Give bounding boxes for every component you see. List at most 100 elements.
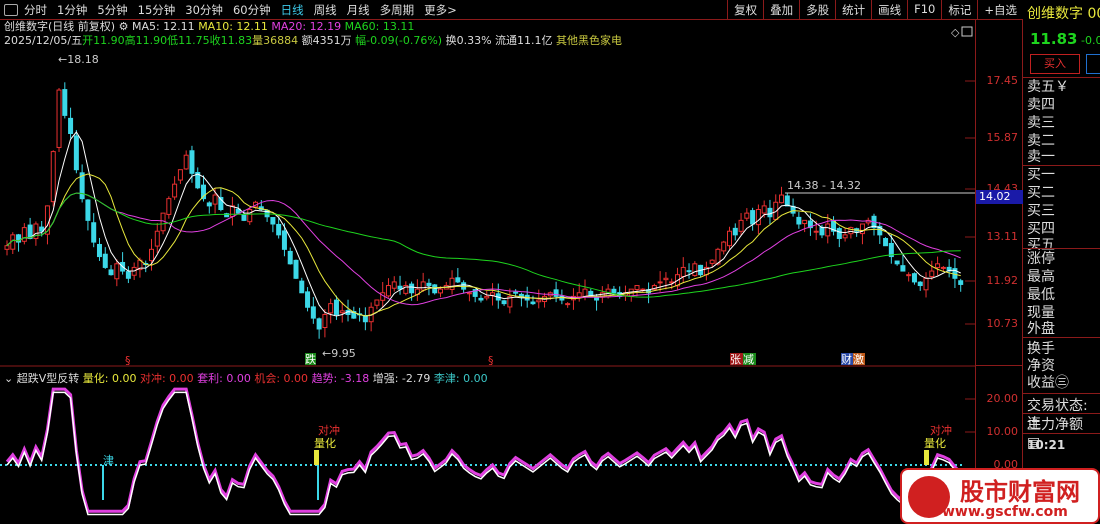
candle (4, 245, 10, 250)
candle (634, 285, 640, 291)
candle (883, 238, 889, 247)
diamond-icon: ◇ (951, 26, 960, 39)
candle (732, 227, 738, 236)
restore-rights-button[interactable]: 复权 (727, 0, 763, 20)
candle (62, 89, 68, 116)
candle (767, 207, 773, 218)
axis-tick: 11.92 (986, 274, 1019, 287)
candle (270, 217, 276, 225)
axis-tick: 20.00 (986, 392, 1019, 405)
sector[interactable]: 其他黑色家电 (556, 34, 622, 47)
volume: 量36884 (252, 34, 299, 47)
panel-toggle-icon[interactable] (4, 3, 18, 16)
overlay-button[interactable]: 叠加 (763, 0, 799, 20)
candle (501, 300, 507, 305)
candle (761, 205, 767, 214)
candle (293, 259, 299, 279)
candle (281, 230, 287, 250)
tag-lianghua: 量化 (924, 436, 946, 450)
quote-label: 买三 (1027, 203, 1055, 219)
axis-tick: 10.73 (986, 317, 1019, 330)
add-watchlist-button[interactable]: +自选 (977, 0, 1023, 20)
axis-tick: 10.00 (986, 425, 1019, 438)
high: 高11.90 (124, 34, 168, 47)
candle (68, 117, 74, 134)
period-tab[interactable]: 15分钟 (138, 2, 176, 18)
period-tab[interactable]: 30分钟 (185, 2, 223, 18)
collapse-icon[interactable]: ⌄ (4, 372, 13, 385)
tag-cai: 财 (841, 352, 852, 366)
candle (686, 270, 692, 273)
candle (755, 209, 761, 226)
tag-jian: 减 (743, 353, 754, 366)
period-tab[interactable]: 月线 (347, 2, 370, 18)
candle (553, 289, 559, 297)
candle (744, 212, 750, 219)
event-marker: § (488, 354, 494, 367)
period-tab-daily[interactable]: 日线 (281, 2, 304, 18)
candle (212, 194, 218, 205)
cursor-price: 14.02 (976, 190, 1023, 204)
settings-icon[interactable]: ⚙ (119, 20, 129, 33)
candle (906, 274, 912, 277)
tag-duichong: 对冲 (318, 423, 340, 437)
tag-zhang: 张 (730, 353, 741, 366)
candle (189, 150, 195, 174)
period-tab[interactable]: 分时 (24, 2, 47, 18)
candle (73, 135, 79, 171)
candle (461, 282, 467, 290)
candle (935, 263, 941, 269)
sell-button[interactable] (1086, 54, 1100, 74)
candle (692, 263, 698, 276)
candle (247, 209, 253, 223)
multi-stock-button[interactable]: 多股 (799, 0, 835, 20)
candle (333, 299, 339, 315)
candle (594, 297, 600, 301)
turnover: 换0.33% (445, 34, 492, 47)
lijin-value: 李津: 0.00 (433, 372, 488, 385)
quote-label: 涨停 (1027, 251, 1055, 267)
period-tab[interactable]: 60分钟 (233, 2, 271, 18)
candle (917, 281, 923, 287)
candle (21, 227, 27, 242)
period-tab[interactable]: 周线 (314, 2, 337, 18)
kline-chart[interactable]: ←18.18←9.9514.38 - 14.32跌张减财激§ §津对冲量化对冲量化… (0, 0, 975, 524)
buy-button[interactable]: 买入 (1030, 54, 1080, 74)
candle (438, 288, 443, 294)
jihui-value: 机会: 0.00 (254, 372, 309, 385)
watermark-logo: 股市财富网 www.gscfw.com (900, 468, 1100, 524)
period-tab[interactable]: 多周期 (380, 2, 415, 18)
draw-button[interactable]: 画线 (871, 0, 907, 20)
indicator-header: ⌄ 超跌V型反转 量化: 0.00 对冲: 0.00 套利: 0.00 机会: … (4, 370, 488, 386)
change: 幅-0.09(-0.76%) (355, 34, 443, 47)
indicator-name[interactable]: 超跌V型反转 (17, 372, 80, 385)
candle (339, 310, 345, 314)
candle (166, 198, 172, 215)
chart-info: 创维数字(日线 前复权) ⚙ MA5: 12.11 MA10: 12.11 MA… (4, 20, 622, 48)
f10-button[interactable]: F10 (907, 0, 941, 20)
quote-label: 卖三 (1027, 115, 1055, 131)
ma60-value: MA60: 13.11 (344, 20, 415, 33)
candle (172, 183, 178, 198)
period-tab[interactable]: 1分钟 (57, 2, 87, 18)
candle (813, 230, 819, 233)
period-tab[interactable]: 5分钟 (97, 2, 127, 18)
tag-ji: 激 (853, 352, 864, 366)
quote-time: 10:21 (1027, 438, 1066, 452)
mark-button[interactable]: 标记 (941, 0, 977, 20)
candle (177, 169, 183, 181)
quote-label: 卖一 (1027, 149, 1055, 165)
candle (929, 270, 935, 278)
candle (328, 303, 334, 314)
stats-button[interactable]: 统计 (835, 0, 871, 20)
candle (663, 277, 669, 281)
ma10-line (6, 173, 961, 317)
quote-label: 净资 (1027, 358, 1055, 374)
price-change: -0.0 (1081, 34, 1100, 47)
candle (802, 219, 808, 225)
more-button[interactable]: 更多> (424, 2, 457, 18)
candle (490, 292, 496, 296)
ma20-value: MA20: 12.19 (271, 20, 342, 33)
candle (530, 301, 536, 305)
candle (420, 281, 426, 291)
